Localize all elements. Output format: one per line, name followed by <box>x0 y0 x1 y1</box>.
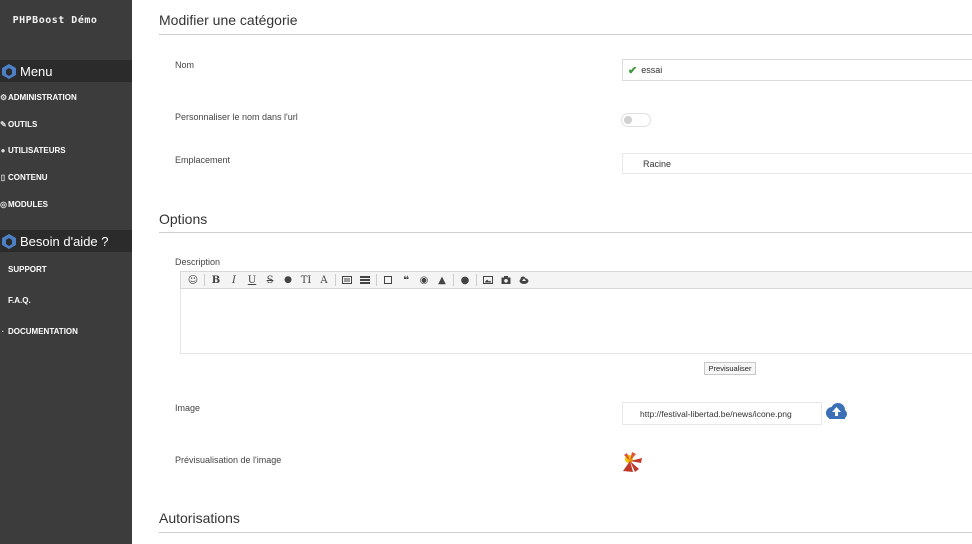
sidebar-item-faq[interactable]: F.A.Q. <box>0 293 31 307</box>
image-icon[interactable] <box>479 272 497 288</box>
sidebar-item-documentation[interactable]: · DOCUMENTATION <box>0 324 78 338</box>
menu-section-header: Menu <box>0 60 132 82</box>
sidebar-item-label: DOCUMENTATION <box>8 326 78 336</box>
help-section-header: Besoin d'aide ? <box>0 230 132 252</box>
toolbar-separator <box>335 274 336 286</box>
image-url-input[interactable]: http://festival-libertad.be/news/icone.p… <box>622 402 822 425</box>
editor-toolbar: ☺ B I U S ● TI A ❝ ◉ ▲ ● <box>180 271 972 289</box>
sidebar-item-label: CONTENU <box>8 172 48 182</box>
section-divider <box>159 34 972 35</box>
italic-icon[interactable]: I <box>225 272 243 288</box>
image-preview-icon <box>621 451 643 473</box>
section-divider <box>159 232 972 233</box>
sidebar-item-outils[interactable]: ✎ OUTILS <box>0 117 37 131</box>
menu-title: Menu <box>20 63 53 79</box>
cube-icon: ◎ <box>0 199 7 209</box>
sidebar-item-label: F.A.Q. <box>8 295 31 305</box>
cube-logo-icon <box>2 64 16 79</box>
sidebar-item-label: ADMINISTRATION <box>8 92 77 102</box>
description-label: Description <box>175 257 221 267</box>
sidebar-item-contenu[interactable]: ▯ CONTENU <box>0 170 48 184</box>
wrench-icon: ✎ <box>0 119 7 129</box>
category-section-title: Modifier une catégorie <box>159 12 298 28</box>
sidebar-item-utilisateurs[interactable]: ● UTILISATEURS <box>0 143 66 157</box>
description-textarea[interactable] <box>180 289 972 354</box>
image-label: Image <box>175 403 201 413</box>
quote-icon[interactable]: ❝ <box>397 272 415 288</box>
site-title[interactable]: PHPBoost Démo <box>0 15 110 26</box>
toolbar-separator <box>376 274 377 286</box>
bold-icon[interactable]: B <box>207 272 225 288</box>
paragraph-icon[interactable] <box>338 272 356 288</box>
name-input-value: essai <box>641 65 663 75</box>
image-url-value: http://festival-libertad.be/news/icone.p… <box>640 408 792 419</box>
cloud-upload-icon[interactable] <box>515 272 533 288</box>
warning-icon[interactable]: ▲ <box>433 272 451 288</box>
list-icon[interactable] <box>356 272 374 288</box>
sidebar-item-support[interactable]: SUPPORT <box>0 262 47 276</box>
custom-url-toggle[interactable] <box>621 113 651 127</box>
color-drop-icon[interactable]: ● <box>279 272 297 288</box>
sidebar-item-label: UTILISATEURS <box>8 145 66 155</box>
sidebar-item-administration[interactable]: ⚙ ADMINISTRATION <box>0 90 77 104</box>
main-content: Modifier une catégorie Nom ✔ essai Perso… <box>132 0 972 544</box>
bullet-icon: · <box>1 326 5 336</box>
cube-logo-icon <box>2 234 16 249</box>
cog-icon: ⚙ <box>0 92 8 102</box>
sidebar-item-label: SUPPORT <box>8 264 47 274</box>
toggle-knob <box>624 116 632 124</box>
sidebar: PHPBoost Démo Menu ⚙ ADMINISTRATION ✎ OU… <box>0 0 132 544</box>
underline-icon[interactable]: U <box>243 272 261 288</box>
preview-button[interactable]: Previsualiser <box>704 362 756 375</box>
location-select-value: Racine <box>643 158 672 169</box>
toolbar-separator <box>453 274 454 286</box>
sidebar-item-modules[interactable]: ◎ MODULES <box>0 197 48 211</box>
sidebar-item-label: OUTILS <box>8 119 38 129</box>
options-section-title: Options <box>159 211 208 227</box>
sidebar-item-label: MODULES <box>8 199 48 209</box>
strike-icon[interactable]: S <box>261 272 279 288</box>
toolbar-separator <box>204 274 205 286</box>
authorizations-section-title: Autorisations <box>159 510 240 526</box>
url-label: Personnaliser le nom dans l'url <box>175 112 298 122</box>
user-icon: ● <box>0 145 6 155</box>
text-size-icon[interactable]: TI <box>297 272 315 288</box>
name-input[interactable]: ✔ essai <box>622 59 972 81</box>
location-label: Emplacement <box>175 155 231 165</box>
location-select[interactable]: Racine <box>622 153 972 174</box>
section-divider <box>159 532 972 533</box>
toolbar-separator <box>476 274 477 286</box>
image-preview-label: Prévisualisation de l'image <box>175 455 282 465</box>
camera-icon[interactable] <box>497 272 515 288</box>
smiley-icon[interactable]: ☺ <box>184 272 202 288</box>
block-icon[interactable] <box>379 272 397 288</box>
upload-icon[interactable] <box>824 402 848 422</box>
link-globe-icon[interactable]: ● <box>456 272 474 288</box>
help-title: Besoin d'aide ? <box>20 233 109 249</box>
name-label: Nom <box>175 60 195 70</box>
check-icon: ✔ <box>628 64 638 77</box>
hide-icon[interactable]: ◉ <box>415 272 433 288</box>
font-icon[interactable]: A <box>315 272 333 288</box>
file-icon: ▯ <box>0 172 6 182</box>
